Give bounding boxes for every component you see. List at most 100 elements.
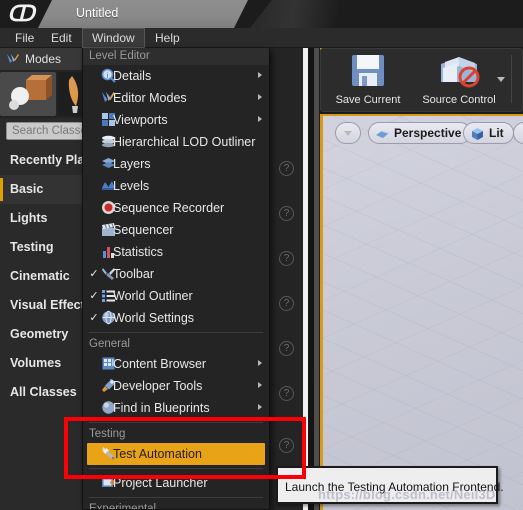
menu-item-label: Sequence Recorder bbox=[113, 201, 225, 215]
project-tab-label: Untitled bbox=[76, 6, 119, 20]
camera-mode-label: Perspective bbox=[394, 126, 462, 140]
menu-bar: File Edit Window Help bbox=[0, 28, 523, 48]
checkmark-icon: ✓ bbox=[89, 268, 99, 280]
chevron-right-icon bbox=[258, 404, 262, 410]
title-bar: ↀ Untitled bbox=[0, 0, 523, 28]
level-viewport[interactable]: Perspective Lit Sh bbox=[320, 114, 523, 510]
help-question-icon[interactable]: ? bbox=[279, 386, 294, 401]
help-question-icon[interactable]: ? bbox=[279, 296, 294, 311]
modes-tab-header[interactable]: Modes bbox=[0, 48, 88, 70]
lit-cube-icon bbox=[470, 127, 485, 141]
menu-item-hierarchical-lod-outliner[interactable]: Hierarchical LOD Outliner bbox=[83, 131, 269, 153]
menu-edit[interactable]: Edit bbox=[42, 28, 81, 48]
menu-help[interactable]: Help bbox=[146, 28, 189, 48]
viewport-options-button[interactable] bbox=[335, 122, 361, 144]
search-input[interactable]: Search Classes bbox=[6, 122, 88, 140]
modes-tab-label: Modes bbox=[25, 52, 62, 66]
project-tab-untitled[interactable]: Untitled bbox=[38, 0, 248, 28]
window-dropdown-menu: Level Editor i Details Editor Modes View… bbox=[82, 48, 270, 510]
unreal-editor-window: ↀ Untitled File Edit Window Help Modes S… bbox=[0, 0, 523, 510]
sidebar-item-lights[interactable]: Lights bbox=[0, 204, 88, 233]
menu-window[interactable]: Window bbox=[82, 28, 145, 48]
menu-item-viewports[interactable]: Viewports bbox=[83, 109, 269, 131]
chevron-right-icon bbox=[258, 116, 262, 122]
viewport-toolbar: Perspective Lit Sh bbox=[323, 118, 523, 148]
menu-item-sequence-recorder[interactable]: Sequence Recorder bbox=[83, 197, 269, 219]
panel-scrollbar-secondary[interactable] bbox=[314, 48, 319, 510]
place-mode-tab[interactable] bbox=[0, 72, 56, 116]
menu-item-label: World Settings bbox=[113, 311, 195, 325]
menu-item-developer-tools[interactable]: Developer Tools bbox=[83, 375, 269, 397]
watermark-text: https://blog.csdn.net/Neil3D bbox=[318, 487, 496, 502]
menu-item-label: Statistics bbox=[113, 245, 164, 259]
editor-modes-icon bbox=[6, 52, 20, 66]
menu-item-label: Content Browser bbox=[113, 357, 207, 371]
help-question-icon[interactable]: ? bbox=[279, 206, 294, 221]
menu-divider bbox=[89, 497, 263, 498]
menu-item-editor-modes[interactable]: Editor Modes bbox=[83, 87, 269, 109]
source-control-button[interactable]: Source Control bbox=[411, 51, 507, 109]
menu-item-test-automation[interactable]: Test Automation bbox=[87, 443, 265, 465]
toolbar-separator bbox=[511, 55, 512, 103]
chevron-right-icon bbox=[258, 382, 262, 388]
show-menu-button[interactable]: Sh bbox=[513, 122, 523, 144]
menu-item-statistics[interactable]: Statistics bbox=[83, 241, 269, 263]
sidebar-item-recently-placed[interactable]: Recently Placed bbox=[0, 146, 88, 175]
camera-perspective-icon bbox=[375, 127, 390, 141]
menu-item-label: Layers bbox=[113, 157, 151, 171]
menu-item-details[interactable]: i Details bbox=[83, 65, 269, 87]
svg-text:i: i bbox=[107, 72, 109, 80]
source-control-icon bbox=[441, 57, 480, 88]
menu-item-label: Editor Modes bbox=[113, 91, 187, 105]
sidebar-item-cinematic[interactable]: Cinematic bbox=[0, 262, 88, 291]
view-mode-label: Lit bbox=[489, 126, 504, 140]
menu-item-label: Viewports bbox=[113, 113, 168, 127]
menu-item-world-settings[interactable]: ✓ World Settings bbox=[83, 307, 269, 329]
sidebar-item-visual-effects[interactable]: Visual Effects bbox=[0, 291, 88, 320]
menu-item-content-browser[interactable]: Content Browser bbox=[83, 353, 269, 375]
help-question-icon[interactable]: ? bbox=[279, 161, 294, 176]
menu-item-world-outliner[interactable]: ✓ World Outliner bbox=[83, 285, 269, 307]
place-actors-icon bbox=[9, 75, 52, 110]
menu-item-label: Toolbar bbox=[113, 267, 154, 281]
section-header-testing: Testing bbox=[89, 428, 126, 440]
menu-item-label: Test Automation bbox=[113, 447, 202, 461]
viewport-grid bbox=[323, 116, 523, 510]
chevron-down-icon bbox=[344, 131, 352, 136]
camera-mode-button[interactable]: Perspective bbox=[368, 122, 472, 144]
menu-file[interactable]: File bbox=[6, 28, 43, 48]
chevron-right-icon bbox=[258, 94, 262, 100]
modes-panel: Modes Search Classes Recently Pla Basic … bbox=[0, 48, 114, 510]
checkmark-icon: ✓ bbox=[89, 290, 99, 302]
sidebar-item-testing[interactable]: Testing bbox=[0, 233, 88, 262]
menu-item-label: Find in Blueprints bbox=[113, 401, 210, 415]
menu-item-label: Sequencer bbox=[113, 223, 174, 237]
section-header-level-editor: Level Editor bbox=[83, 48, 269, 65]
title-bar-shine bbox=[250, 0, 360, 28]
save-current-button[interactable]: Save Current bbox=[327, 51, 409, 109]
menu-divider bbox=[89, 332, 263, 333]
menu-item-sequencer[interactable]: Sequencer bbox=[83, 219, 269, 241]
sidebar-item-all-classes[interactable]: All Classes bbox=[0, 378, 88, 407]
view-mode-button[interactable]: Lit bbox=[463, 122, 514, 144]
menu-divider bbox=[89, 422, 263, 423]
menu-item-levels[interactable]: Levels bbox=[83, 175, 269, 197]
menu-item-find-in-blueprints[interactable]: Find in Blueprints bbox=[83, 397, 269, 419]
section-header-general: General bbox=[89, 338, 130, 350]
category-list: Recently Placed Basic Lights Testing Cin… bbox=[0, 146, 88, 407]
help-question-icon[interactable]: ? bbox=[279, 251, 294, 266]
help-question-icon[interactable]: ? bbox=[279, 341, 294, 356]
menu-item-label: Details bbox=[113, 69, 152, 83]
sidebar-item-geometry[interactable]: Geometry bbox=[0, 320, 88, 349]
sidebar-item-volumes[interactable]: Volumes bbox=[0, 349, 88, 378]
menu-item-label: Levels bbox=[113, 179, 150, 193]
chevron-down-icon[interactable] bbox=[497, 77, 505, 82]
menu-item-project-launcher[interactable]: Project Launcher bbox=[83, 472, 269, 494]
sidebar-item-basic[interactable]: Basic bbox=[0, 175, 88, 204]
chevron-right-icon bbox=[258, 72, 262, 78]
help-icon-column: ? ? ? ? ? ? ? ? bbox=[270, 48, 306, 510]
main-toolbar: Save Current Source Control bbox=[320, 48, 523, 112]
help-question-icon[interactable]: ? bbox=[279, 438, 294, 453]
menu-item-toolbar[interactable]: ✓ Toolbar bbox=[83, 263, 269, 285]
menu-item-layers[interactable]: Layers bbox=[83, 153, 269, 175]
